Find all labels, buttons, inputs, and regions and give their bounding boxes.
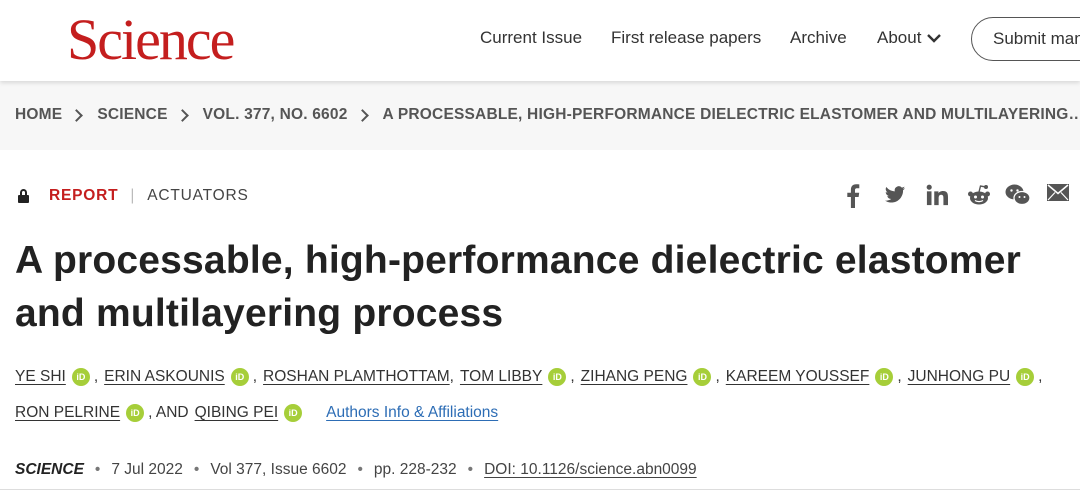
wechat-icon[interactable] <box>1005 184 1031 206</box>
breadcrumb-current: A PROCESSABLE, HIGH-PERFORMANCE DIELECTR… <box>382 106 1080 123</box>
author-link[interactable]: TOM LIBBY <box>460 368 542 386</box>
divider <box>0 489 1080 490</box>
nav-first-release-papers[interactable]: First release papers <box>611 28 761 48</box>
nav-about-label: About <box>877 28 922 47</box>
author-link[interactable]: ROSHAN PLAMTHOTTAM <box>263 368 450 386</box>
orcid-icon[interactable]: iD <box>284 404 303 422</box>
orcid-icon[interactable]: iD <box>230 368 249 386</box>
reddit-icon[interactable] <box>967 184 991 206</box>
breadcrumb-home[interactable]: HOME <box>15 106 62 124</box>
author-link[interactable]: KAREEM YOUSSEF <box>726 368 870 386</box>
author-link[interactable]: JUNHONG PU <box>908 368 1010 386</box>
author-link[interactable]: YE SHI <box>15 368 66 386</box>
article-type: REPORT <box>49 187 119 204</box>
science-logo[interactable]: Science <box>67 10 235 70</box>
orcid-icon[interactable]: iD <box>71 368 90 386</box>
chevron-right-icon <box>70 108 84 122</box>
author-list: YE SHI iD, ERIN ASKOUNIS iD, ROSHAN PLAM… <box>15 368 1043 386</box>
author-link[interactable]: ERIN ASKOUNIS <box>104 368 225 386</box>
breadcrumb-bar: HOME SCIENCE VOL. 377, NO. 6602 A PROCES… <box>0 81 1080 150</box>
article-title-line-1: A processable, high-performance dielectr… <box>15 239 1021 282</box>
article-meta: REPORT | ACTUATORS <box>18 187 249 205</box>
author-and: , AND <box>148 404 189 421</box>
article-section[interactable]: ACTUATORS <box>147 187 248 205</box>
nav-archive[interactable]: Archive <box>790 28 847 48</box>
chevron-down-icon <box>927 34 942 43</box>
linkedin-icon[interactable] <box>926 184 948 206</box>
author-link[interactable]: ZIHANG PENG <box>581 368 688 386</box>
publish-date: 7 Jul 2022 <box>111 461 183 478</box>
orcid-icon[interactable]: iD <box>126 404 145 422</box>
orcid-icon[interactable]: iD <box>1016 368 1035 386</box>
doi-link[interactable]: DOI: 10.1126/science.abn0099 <box>484 461 697 479</box>
volume-issue: Vol 377, Issue 6602 <box>210 461 347 478</box>
meta-divider: | <box>130 187 136 204</box>
submit-manuscript-button[interactable]: Submit manuscript <box>971 17 1080 61</box>
breadcrumb-issue[interactable]: VOL. 377, NO. 6602 <box>203 106 348 124</box>
citation-line: SCIENCE • 7 Jul 2022 • Vol 377, Issue 66… <box>15 461 697 479</box>
author-link[interactable]: QIBING PEI <box>195 404 279 422</box>
orcid-icon[interactable]: iD <box>875 368 894 386</box>
breadcrumb-science[interactable]: SCIENCE <box>97 106 167 124</box>
breadcrumb: HOME SCIENCE VOL. 377, NO. 6602 A PROCES… <box>15 106 1080 124</box>
nav-current-issue[interactable]: Current Issue <box>480 28 582 48</box>
orcid-icon[interactable]: iD <box>548 368 567 386</box>
article-title: A processable, high-performance dielectr… <box>15 234 1075 340</box>
chevron-right-icon <box>355 108 369 122</box>
authors-info-affiliations-link[interactable]: Authors Info & Affiliations <box>326 404 498 422</box>
journal-name[interactable]: SCIENCE <box>15 461 84 479</box>
facebook-icon[interactable] <box>845 184 861 208</box>
page-range: pp. 228-232 <box>373 461 457 478</box>
article-title-line-2: and multilayering process <box>15 292 504 335</box>
chevron-right-icon <box>175 108 189 122</box>
twitter-icon[interactable] <box>884 184 906 206</box>
site-header: Science Current Issue First release pape… <box>0 0 1080 81</box>
lock-icon <box>18 189 29 203</box>
nav-about[interactable]: About <box>877 28 942 48</box>
email-icon[interactable] <box>1047 184 1069 201</box>
orcid-icon[interactable]: iD <box>693 368 712 386</box>
author-link[interactable]: RON PELRINE <box>15 404 120 422</box>
author-list-continued: RON PELRINE iD , AND QIBING PEI iD Autho… <box>15 404 498 422</box>
